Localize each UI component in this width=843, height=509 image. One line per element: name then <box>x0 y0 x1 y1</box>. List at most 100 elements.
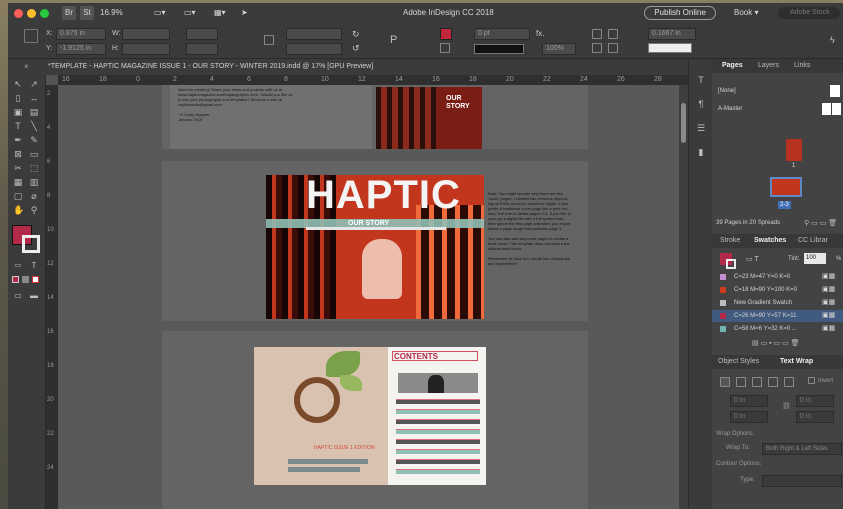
bookmark-panel-icon[interactable]: ▮ <box>696 147 706 157</box>
hand-tool-icon[interactable]: ✋ <box>13 205 24 215</box>
type-tool-icon[interactable]: T <box>13 121 23 131</box>
left-offset-field[interactable]: 0 in <box>796 395 834 407</box>
tab-object-styles[interactable]: Object Styles <box>718 355 759 369</box>
wrap-bbox-option-icon[interactable] <box>736 377 746 387</box>
minimize-window-button[interactable] <box>27 9 36 18</box>
tab-swatches[interactable]: Swatches <box>754 234 786 248</box>
formatting-text-icon[interactable]: T <box>29 261 39 271</box>
tab-stroke[interactable]: Stroke <box>720 234 740 248</box>
swatch-row[interactable]: C=26 M=90 Y=57 K=11 ▣▦ <box>712 310 843 322</box>
vertical-scrollbar[interactable] <box>679 85 688 509</box>
bridge-button[interactable]: Br <box>62 6 76 20</box>
top-offset-field[interactable]: 0 in <box>730 395 768 407</box>
wrap-bounding-box-icon[interactable] <box>608 29 618 39</box>
publish-online-button[interactable]: Publish Online <box>644 6 716 20</box>
line-tool-icon[interactable]: ╲ <box>29 121 39 131</box>
none-master-thumb[interactable] <box>830 85 840 97</box>
y-position-field[interactable]: -1.9125 in <box>56 43 106 55</box>
spread-pages-2-3[interactable]: HAPTIC OUR STORY Note: You might wonder … <box>162 161 588 321</box>
constrain-proportions-icon[interactable] <box>264 35 274 45</box>
tab-text-wrap[interactable]: Text Wrap <box>780 355 813 369</box>
direct-selection-container-icon[interactable]: P <box>390 35 397 46</box>
gradient-swatch-tool-icon[interactable]: ▦ <box>13 177 23 187</box>
jump-column-option-icon[interactable] <box>784 377 794 387</box>
rectangle-frame-tool-icon[interactable]: ⊠ <box>13 149 23 159</box>
gradient-feather-tool-icon[interactable]: ▥ <box>29 177 39 187</box>
x-position-field[interactable]: 0.875 in <box>56 28 106 40</box>
bottom-offset-field[interactable]: 0 in <box>730 411 768 423</box>
screen-mode-icon[interactable]: ▭▾ <box>184 3 196 23</box>
swatch-stroke-indicator[interactable] <box>726 259 736 269</box>
adobe-stock-search[interactable]: Adobe Stock <box>778 7 840 19</box>
paragraph-panel-icon[interactable]: ¶ <box>696 99 706 109</box>
zoom-tool-icon[interactable]: ⚲ <box>29 205 39 215</box>
close-tab-icon[interactable]: × <box>24 62 29 72</box>
stroke-color-box[interactable] <box>22 235 40 253</box>
stroke-swatch[interactable] <box>440 43 450 53</box>
tab-layers[interactable]: Layers <box>758 59 779 73</box>
lightning-icon[interactable]: ϟ <box>830 35 835 45</box>
tint-field[interactable]: 100 <box>804 253 826 264</box>
scale-y-field[interactable] <box>186 43 218 55</box>
gap-field[interactable]: 0.1667 in <box>648 28 696 40</box>
swatch-row[interactable]: C=58 M=6 Y=32 K=0 ... ▣▦ <box>712 323 843 335</box>
selection-tool-icon[interactable]: ↖ <box>13 79 23 89</box>
scroll-thumb[interactable] <box>681 103 686 143</box>
arrange-documents-icon[interactable]: ▦▾ <box>214 3 226 23</box>
a-master-thumb-left[interactable] <box>822 103 831 115</box>
zoom-level[interactable]: 16.9% <box>100 3 123 23</box>
zoom-window-button[interactable] <box>40 9 49 18</box>
view-mode-icon[interactable]: ▭ <box>13 291 23 301</box>
wrap-none-icon[interactable] <box>592 29 602 39</box>
swatch-row[interactable]: New Gradient Swatch ▣▦ <box>712 297 843 309</box>
stock-button[interactable]: St <box>80 6 94 20</box>
contour-type-dropdown[interactable] <box>762 475 842 487</box>
pencil-tool-icon[interactable]: ✎ <box>29 135 39 145</box>
stroke-weight-field[interactable]: 0 pt <box>474 28 530 40</box>
pages-panel-icons[interactable]: ⚲ ▭ ▭ 🗑 <box>804 219 837 227</box>
height-field[interactable] <box>122 43 170 55</box>
swatch-row[interactable]: C=18 M=90 Y=100 K=0 ▣▦ <box>712 284 843 296</box>
page-2-3-thumb[interactable] <box>770 177 802 197</box>
spread-page-1[interactable]: Need for creating! Share your ideas and … <box>162 85 588 149</box>
close-window-button[interactable] <box>14 9 23 18</box>
page-1-thumb[interactable] <box>786 139 802 161</box>
none-master[interactable]: [None] <box>712 85 843 97</box>
view-options-icon[interactable]: ▭▾ <box>154 3 166 23</box>
stroke-type-dropdown[interactable] <box>474 44 524 54</box>
rotate-icon[interactable]: ↻ <box>352 29 360 39</box>
direct-selection-tool-icon[interactable]: ↗ <box>29 79 39 89</box>
apply-gradient-icon[interactable] <box>22 276 29 283</box>
scale-x-field[interactable] <box>186 28 218 40</box>
free-transform-tool-icon[interactable]: ⬚ <box>29 163 39 173</box>
apply-none-icon[interactable] <box>32 276 39 283</box>
rectangle-tool-icon[interactable]: ▭ <box>29 149 39 159</box>
jump-object-option-icon[interactable] <box>768 377 778 387</box>
reference-point-icon[interactable] <box>24 29 38 43</box>
workspace-switcher[interactable]: Book ▾ <box>734 3 758 23</box>
formatting-container-icon[interactable]: ▭ <box>13 261 23 271</box>
stroke-panel-icon[interactable]: ☰ <box>696 123 706 133</box>
align-center-icon[interactable] <box>608 43 618 53</box>
swatch-container-icon[interactable]: ▭ T <box>746 255 759 263</box>
eyedropper-tool-icon[interactable]: ⌀ <box>29 191 39 201</box>
character-panel-icon[interactable]: T <box>696 75 706 85</box>
fill-swatch[interactable] <box>440 28 452 40</box>
send-arrow-icon[interactable]: ➤ <box>241 3 248 23</box>
rotation-field[interactable] <box>286 28 342 40</box>
spread-pages-4-5[interactable]: HAPTIC ISSUE 1 EDITION CONTENTS <box>162 331 588 509</box>
document-tab[interactable]: *TEMPLATE - HAPTIC MAGAZINE ISSUE 1 - OU… <box>48 59 373 75</box>
wrap-shape-option-icon[interactable] <box>752 377 762 387</box>
opacity-field[interactable]: 100% <box>542 43 576 55</box>
invert-checkbox[interactable] <box>808 377 815 384</box>
effects-icon[interactable]: fx. <box>536 29 544 39</box>
shear-field[interactable] <box>286 43 342 55</box>
tab-pages[interactable]: Pages <box>722 59 743 73</box>
align-left-icon[interactable] <box>592 43 602 53</box>
scissors-tool-icon[interactable]: ✂ <box>13 163 23 173</box>
swatch-row[interactable]: C=23 M=47 Y=0 K=0 ▣▦ <box>712 271 843 283</box>
content-collector-icon[interactable]: ▣ <box>13 107 23 117</box>
width-field[interactable] <box>122 28 170 40</box>
content-placer-icon[interactable]: ▤ <box>29 107 39 117</box>
tab-cc-libraries[interactable]: CC Librar <box>798 234 828 248</box>
